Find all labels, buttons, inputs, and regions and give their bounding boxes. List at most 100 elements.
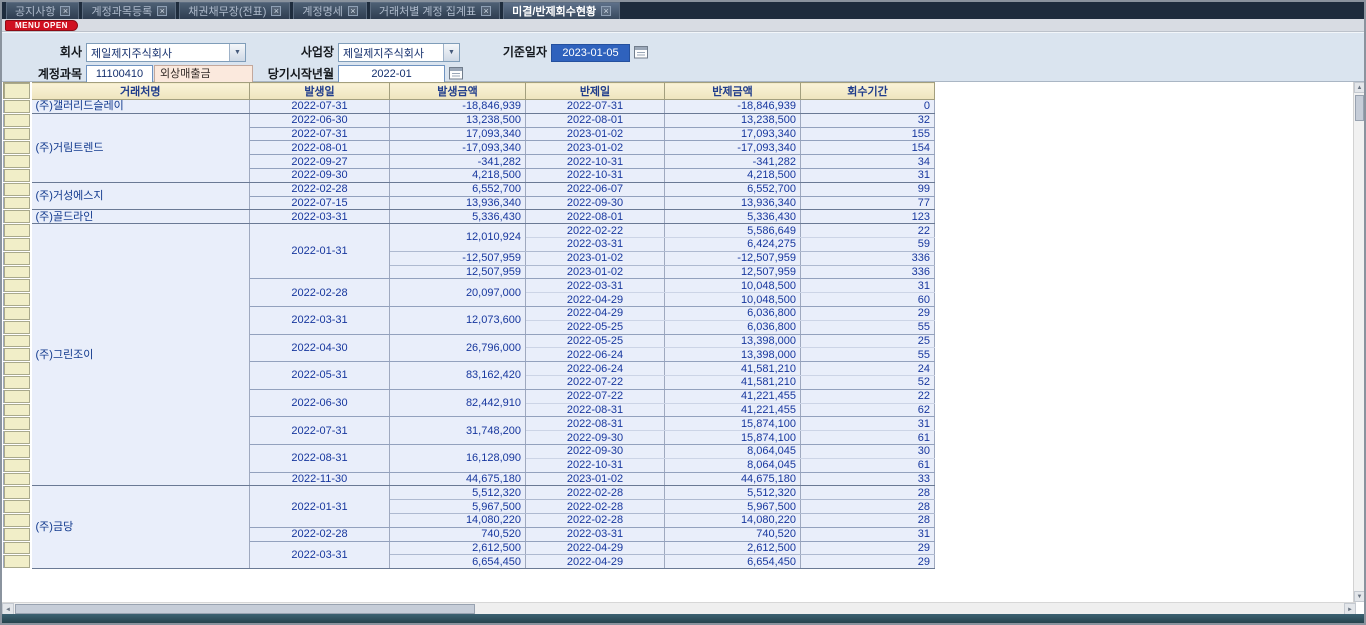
occur-date-cell[interactable]: 2022-01-31: [250, 224, 390, 279]
occur-amount-cell[interactable]: 5,967,500: [390, 500, 526, 514]
collect-days-cell[interactable]: 60: [801, 293, 935, 307]
row-selector[interactable]: [4, 389, 31, 403]
collect-days-cell[interactable]: 31: [801, 527, 935, 541]
occur-amount-cell[interactable]: 20,097,000: [390, 279, 526, 307]
settle-date-cell[interactable]: 2022-03-31: [526, 527, 665, 541]
tab-close-icon[interactable]: ×: [601, 6, 611, 16]
occur-amount-cell[interactable]: 26,796,000: [390, 334, 526, 362]
settle-date-cell[interactable]: 2022-05-25: [526, 320, 665, 334]
occur-date-cell[interactable]: 2022-07-31: [250, 127, 390, 141]
occur-amount-cell[interactable]: 4,218,500: [390, 168, 526, 182]
collect-days-cell[interactable]: 0: [801, 100, 935, 114]
occur-date-cell[interactable]: 2022-01-31: [250, 486, 390, 527]
settle-date-cell[interactable]: 2022-08-01: [526, 210, 665, 224]
collect-days-cell[interactable]: 61: [801, 458, 935, 472]
collect-days-cell[interactable]: 25: [801, 334, 935, 348]
settle-amount-cell[interactable]: 14,080,220: [665, 513, 801, 527]
row-selector[interactable]: [4, 417, 31, 431]
occur-amount-cell[interactable]: 12,010,924: [390, 224, 526, 252]
occur-date-cell[interactable]: 2022-04-30: [250, 334, 390, 362]
settle-amount-cell[interactable]: 8,064,045: [665, 444, 801, 458]
tab-item[interactable]: 공지사항×: [6, 2, 79, 19]
collect-days-cell[interactable]: 336: [801, 265, 935, 279]
settle-date-cell[interactable]: 2022-03-31: [526, 237, 665, 251]
collect-days-cell[interactable]: 33: [801, 472, 935, 486]
customer-name-cell[interactable]: (주)거림트렌드: [31, 113, 250, 182]
settle-date-cell[interactable]: 2022-09-30: [526, 431, 665, 445]
settle-amount-cell[interactable]: -12,507,959: [665, 251, 801, 265]
row-selector[interactable]: [4, 224, 31, 238]
customer-name-cell[interactable]: (주)거성에스지: [31, 182, 250, 210]
base-date-input[interactable]: 2023-01-05: [551, 44, 630, 62]
settle-date-cell[interactable]: 2022-04-29: [526, 541, 665, 555]
settle-amount-cell[interactable]: 8,064,045: [665, 458, 801, 472]
scroll-up-icon[interactable]: ▲: [1354, 82, 1365, 93]
account-code-input[interactable]: 11100410: [86, 65, 153, 83]
row-selector[interactable]: [4, 196, 31, 210]
occur-amount-cell[interactable]: 2,612,500: [390, 541, 526, 555]
occur-date-cell[interactable]: 2022-06-30: [250, 389, 390, 417]
column-header[interactable]: 거래처명: [31, 83, 250, 100]
settle-amount-cell[interactable]: -341,282: [665, 155, 801, 169]
row-selector[interactable]: [4, 279, 31, 293]
occur-date-cell[interactable]: 2022-06-30: [250, 113, 390, 127]
settle-date-cell[interactable]: 2022-02-28: [526, 513, 665, 527]
settle-date-cell[interactable]: 2022-07-22: [526, 375, 665, 389]
row-selector[interactable]: [4, 100, 31, 114]
collect-days-cell[interactable]: 31: [801, 168, 935, 182]
settle-date-cell[interactable]: 2022-02-28: [526, 486, 665, 500]
tab-close-icon[interactable]: ×: [157, 6, 167, 16]
collect-days-cell[interactable]: 55: [801, 348, 935, 362]
settle-amount-cell[interactable]: -18,846,939: [665, 100, 801, 114]
settle-amount-cell[interactable]: 10,048,500: [665, 279, 801, 293]
vertical-scrollbar[interactable]: ▲ ▼: [1353, 82, 1364, 602]
settle-date-cell[interactable]: 2022-03-31: [526, 279, 665, 293]
tab-item[interactable]: 채권채무장(전표)×: [179, 2, 290, 19]
occur-amount-cell[interactable]: 17,093,340: [390, 127, 526, 141]
settle-amount-cell[interactable]: 41,221,455: [665, 389, 801, 403]
collect-days-cell[interactable]: 154: [801, 141, 935, 155]
settle-amount-cell[interactable]: 13,936,340: [665, 196, 801, 210]
collect-days-cell[interactable]: 336: [801, 251, 935, 265]
occur-date-cell[interactable]: 2022-02-28: [250, 527, 390, 541]
settle-amount-cell[interactable]: 13,398,000: [665, 334, 801, 348]
collect-days-cell[interactable]: 99: [801, 182, 935, 196]
settle-amount-cell[interactable]: 5,967,500: [665, 500, 801, 514]
settle-date-cell[interactable]: 2023-01-02: [526, 472, 665, 486]
occur-amount-cell[interactable]: 14,080,220: [390, 513, 526, 527]
row-selector[interactable]: [4, 431, 31, 445]
period-start-input[interactable]: 2022-01: [338, 65, 445, 83]
collect-days-cell[interactable]: 22: [801, 389, 935, 403]
occur-amount-cell[interactable]: 16,128,090: [390, 444, 526, 472]
occur-amount-cell[interactable]: 5,512,320: [390, 486, 526, 500]
row-selector[interactable]: [4, 141, 31, 155]
occur-date-cell[interactable]: 2022-09-30: [250, 168, 390, 182]
occur-amount-cell[interactable]: 13,936,340: [390, 196, 526, 210]
row-selector[interactable]: [4, 403, 31, 417]
scroll-down-icon[interactable]: ▼: [1354, 591, 1365, 602]
collect-days-cell[interactable]: 32: [801, 113, 935, 127]
calendar-icon[interactable]: [449, 66, 464, 81]
settle-date-cell[interactable]: 2022-07-31: [526, 100, 665, 114]
settle-amount-cell[interactable]: 41,581,210: [665, 375, 801, 389]
collect-days-cell[interactable]: 28: [801, 500, 935, 514]
settle-date-cell[interactable]: 2022-04-29: [526, 293, 665, 307]
occur-date-cell[interactable]: 2022-08-01: [250, 141, 390, 155]
occur-amount-cell[interactable]: 12,507,959: [390, 265, 526, 279]
row-selector[interactable]: [4, 127, 31, 141]
tab-close-icon[interactable]: ×: [481, 6, 491, 16]
site-select[interactable]: 제일제지주식회사 ▼: [338, 43, 460, 62]
settle-date-cell[interactable]: 2022-05-25: [526, 334, 665, 348]
occur-amount-cell[interactable]: 13,238,500: [390, 113, 526, 127]
settle-date-cell[interactable]: 2022-07-22: [526, 389, 665, 403]
collect-days-cell[interactable]: 61: [801, 431, 935, 445]
row-selector[interactable]: [4, 306, 31, 320]
occur-date-cell[interactable]: 2022-05-31: [250, 362, 390, 390]
row-selector[interactable]: [4, 472, 31, 486]
customer-name-cell[interactable]: (주)금당: [31, 486, 250, 569]
customer-name-cell[interactable]: (주)골드라인: [31, 210, 250, 224]
collect-days-cell[interactable]: 52: [801, 375, 935, 389]
settle-date-cell[interactable]: 2022-10-31: [526, 458, 665, 472]
row-selector[interactable]: [4, 458, 31, 472]
chevron-down-icon[interactable]: ▼: [229, 44, 245, 61]
